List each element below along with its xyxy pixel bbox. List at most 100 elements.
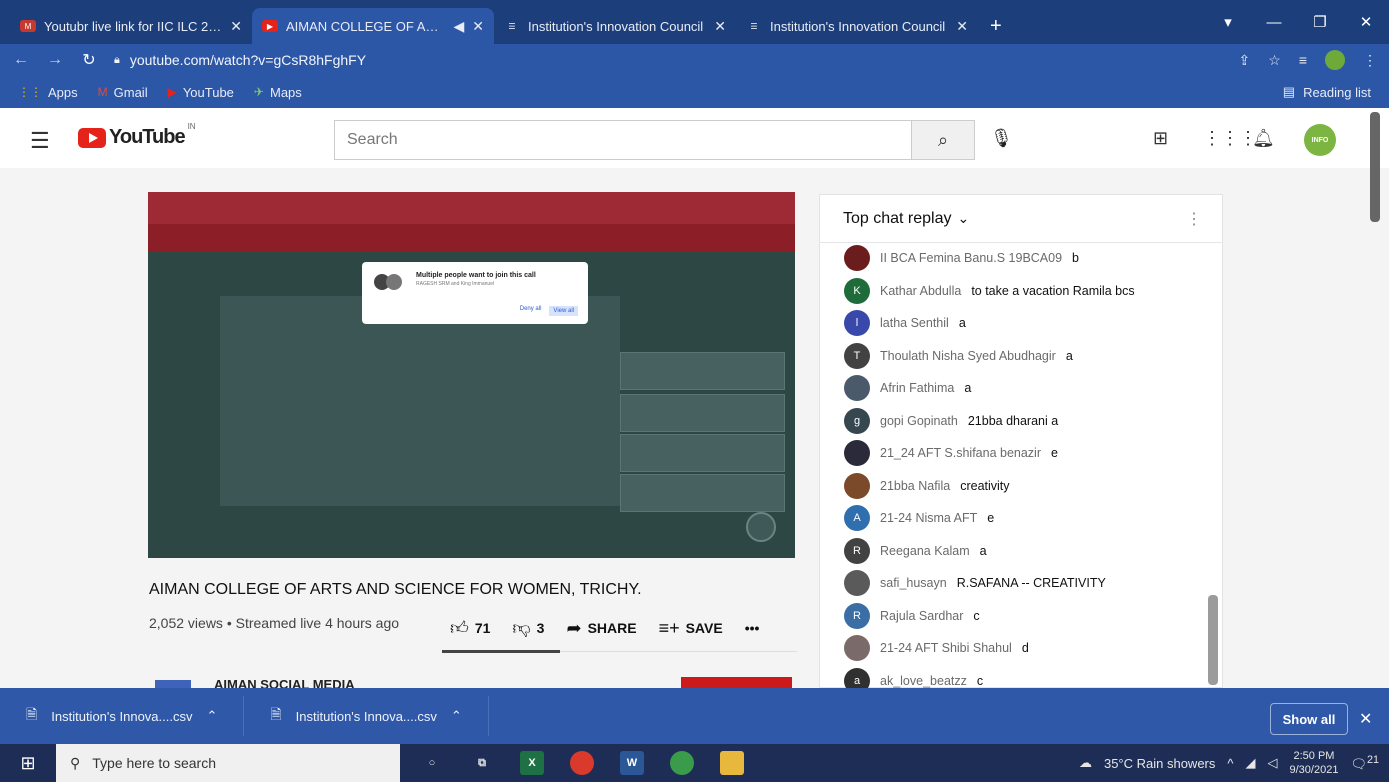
- bookmark-apps[interactable]: ⋮⋮ Apps: [18, 85, 78, 100]
- chat-author-name[interactable]: 21-24 AFT Shibi Shahul: [880, 641, 1012, 655]
- address-bar[interactable]: 🔒︎ youtube.com/watch?v=gCsR8hFghFY: [114, 47, 1223, 73]
- chat-scrollbar[interactable]: [1208, 595, 1218, 685]
- install-icon[interactable]: ⇪: [1239, 52, 1251, 69]
- chrome-icon[interactable]: [670, 751, 694, 775]
- close-downloads-icon[interactable]: ✕: [1359, 709, 1372, 729]
- restore-icon[interactable]: ❐: [1297, 13, 1343, 31]
- video-player[interactable]: Multiple people want to join this call R…: [148, 192, 795, 558]
- chat-author-avatar[interactable]: [844, 472, 870, 499]
- apps-grid-icon[interactable]: ⋮⋮⋮: [1203, 128, 1257, 149]
- chat-author-name[interactable]: safi_husayn: [880, 576, 947, 590]
- youtube-logo[interactable]: YouTube IN: [78, 122, 196, 149]
- chat-author-name[interactable]: 21-24 Nisma AFT: [880, 511, 977, 525]
- hamburger-menu-icon[interactable]: ☰: [30, 128, 50, 154]
- chevron-up-icon[interactable]: ⌃: [451, 708, 462, 724]
- reload-icon[interactable]: ↻: [80, 50, 98, 70]
- chevron-up-icon[interactable]: ⌃: [206, 708, 217, 724]
- word-icon[interactable]: W: [620, 751, 644, 775]
- bookmark-gmail[interactable]: M Gmail: [98, 85, 148, 100]
- weather-icon[interactable]: ☁: [1079, 755, 1092, 771]
- dislike-button[interactable]: 👎︎ 3: [512, 617, 544, 639]
- taskbar-search-input[interactable]: ⚲ Type here to search: [56, 744, 400, 782]
- save-button[interactable]: ≡+ SAVE: [659, 618, 723, 639]
- chat-author-avatar[interactable]: [844, 635, 870, 661]
- bookmark-maps[interactable]: ✈ Maps: [254, 85, 302, 100]
- notification-center-icon[interactable]: 🗨︎21: [1350, 754, 1379, 772]
- chat-menu-icon[interactable]: ⋮: [1186, 209, 1202, 229]
- close-tab-icon[interactable]: ✕: [956, 18, 968, 35]
- media-icon[interactable]: ≡: [1299, 52, 1307, 68]
- sheet-icon: ☰: [750, 21, 758, 31]
- page-scrollbar[interactable]: [1370, 112, 1380, 222]
- volume-icon[interactable]: ◁: [1268, 755, 1278, 771]
- tab-youtube-active[interactable]: ▶ AIMAN COLLEGE OF ARTS A ◀︎ ✕: [252, 8, 494, 44]
- search-input[interactable]: Search: [334, 120, 912, 160]
- bookmark-youtube[interactable]: ▶ YouTube: [168, 85, 234, 100]
- chat-author-avatar[interactable]: [844, 375, 870, 401]
- notifications-bell-icon[interactable]: 🔔︎: [1252, 128, 1275, 149]
- task-view-icon[interactable]: ⧉: [470, 751, 494, 775]
- channel-avatar[interactable]: [155, 680, 191, 688]
- back-icon[interactable]: ←: [12, 51, 30, 69]
- chrome-icon[interactable]: [570, 751, 594, 775]
- chat-author-name[interactable]: latha Senthil: [880, 316, 949, 330]
- share-button[interactable]: ➦ SHARE: [566, 618, 636, 639]
- download-item[interactable]: 🗎 Institution's Innova....csv ⌃: [244, 696, 489, 736]
- close-tab-icon[interactable]: ✕: [230, 18, 242, 35]
- chat-author-avatar[interactable]: [844, 245, 870, 271]
- chat-author-name[interactable]: Afrin Fathima: [880, 381, 954, 395]
- create-video-icon[interactable]: ⊞: [1153, 128, 1168, 149]
- profile-avatar[interactable]: [1325, 50, 1345, 70]
- like-button[interactable]: 👍︎ 71: [450, 617, 490, 639]
- chat-author-avatar[interactable]: R: [844, 537, 870, 564]
- download-item[interactable]: 🗎 Institution's Innova....csv ⌃: [0, 696, 245, 736]
- tray-chevron-icon[interactable]: ^: [1227, 756, 1233, 771]
- close-window-icon[interactable]: ✕: [1343, 13, 1389, 31]
- chat-author-avatar[interactable]: K: [844, 277, 870, 304]
- tab-search-icon[interactable]: ▾: [1205, 13, 1251, 31]
- chat-author-name[interactable]: 21bba Nafila: [880, 479, 950, 493]
- chat-author-name[interactable]: Reegana Kalam: [880, 544, 970, 558]
- close-tab-icon[interactable]: ✕: [714, 18, 726, 35]
- speaker-icon[interactable]: ◀︎: [453, 18, 464, 35]
- cortana-icon[interactable]: ○: [420, 751, 444, 775]
- chat-mode-dropdown[interactable]: Top chat replay: [843, 210, 952, 228]
- bookmark-star-icon[interactable]: ☆: [1268, 52, 1281, 69]
- tab-sheet-2[interactable]: ☰ Institution's Innovation Council ✕: [736, 8, 978, 44]
- close-tab-icon[interactable]: ✕: [472, 18, 484, 35]
- chat-author-name[interactable]: Rajula Sardhar: [880, 609, 963, 623]
- chat-author-name[interactable]: gopi Gopinath: [880, 414, 958, 428]
- chat-author-avatar[interactable]: T: [844, 342, 870, 369]
- tab-gmail[interactable]: M Youtubr live link for IIC ILC 2 - in ✕: [10, 8, 252, 44]
- file-explorer-icon[interactable]: [720, 751, 744, 775]
- chat-author-name[interactable]: Thoulath Nisha Syed Abudhagir: [880, 349, 1056, 363]
- more-actions-button[interactable]: •••: [745, 620, 760, 636]
- chat-author-avatar[interactable]: A: [844, 505, 870, 531]
- windows-start-icon[interactable]: ⊞: [0, 753, 56, 774]
- account-avatar[interactable]: INFO: [1304, 124, 1336, 156]
- chat-author-name[interactable]: Kathar Abdulla: [880, 284, 961, 298]
- chat-author-avatar[interactable]: l: [844, 310, 870, 336]
- menu-icon[interactable]: ⋮: [1363, 52, 1377, 69]
- chat-author-avatar[interactable]: [844, 570, 870, 596]
- chat-author-avatar[interactable]: g: [844, 407, 870, 434]
- tab-sheet-1[interactable]: ☰ Institution's Innovation Council ✕: [494, 8, 736, 44]
- chat-author-name[interactable]: ak_love_beatzz: [880, 674, 967, 688]
- chat-author-avatar[interactable]: R: [844, 602, 870, 629]
- chat-author-name[interactable]: 21_24 AFT S.shifana benazir: [880, 446, 1041, 460]
- chat-author-name[interactable]: II BCA Femina Banu.S 19BCA09: [880, 251, 1062, 265]
- reading-list-button[interactable]: ▤ Reading list: [1283, 84, 1371, 100]
- search-button[interactable]: ⌕: [911, 120, 975, 160]
- chat-message-text: a: [958, 316, 966, 330]
- show-all-downloads-button[interactable]: Show all: [1270, 703, 1348, 735]
- minimize-icon[interactable]: —: [1251, 14, 1297, 31]
- network-icon[interactable]: ◢: [1246, 755, 1256, 771]
- chat-author-avatar[interactable]: [844, 440, 870, 466]
- new-tab-button[interactable]: +: [978, 8, 1014, 44]
- microphone-icon[interactable]: 🎙︎: [990, 128, 1013, 149]
- clock[interactable]: 2:50 PM 9/30/2021: [1290, 749, 1339, 777]
- chevron-down-icon[interactable]: ⌄: [958, 210, 970, 227]
- forward-icon[interactable]: →: [46, 51, 64, 69]
- weather-text[interactable]: 35°C Rain showers: [1104, 756, 1215, 771]
- excel-icon[interactable]: X: [520, 751, 544, 775]
